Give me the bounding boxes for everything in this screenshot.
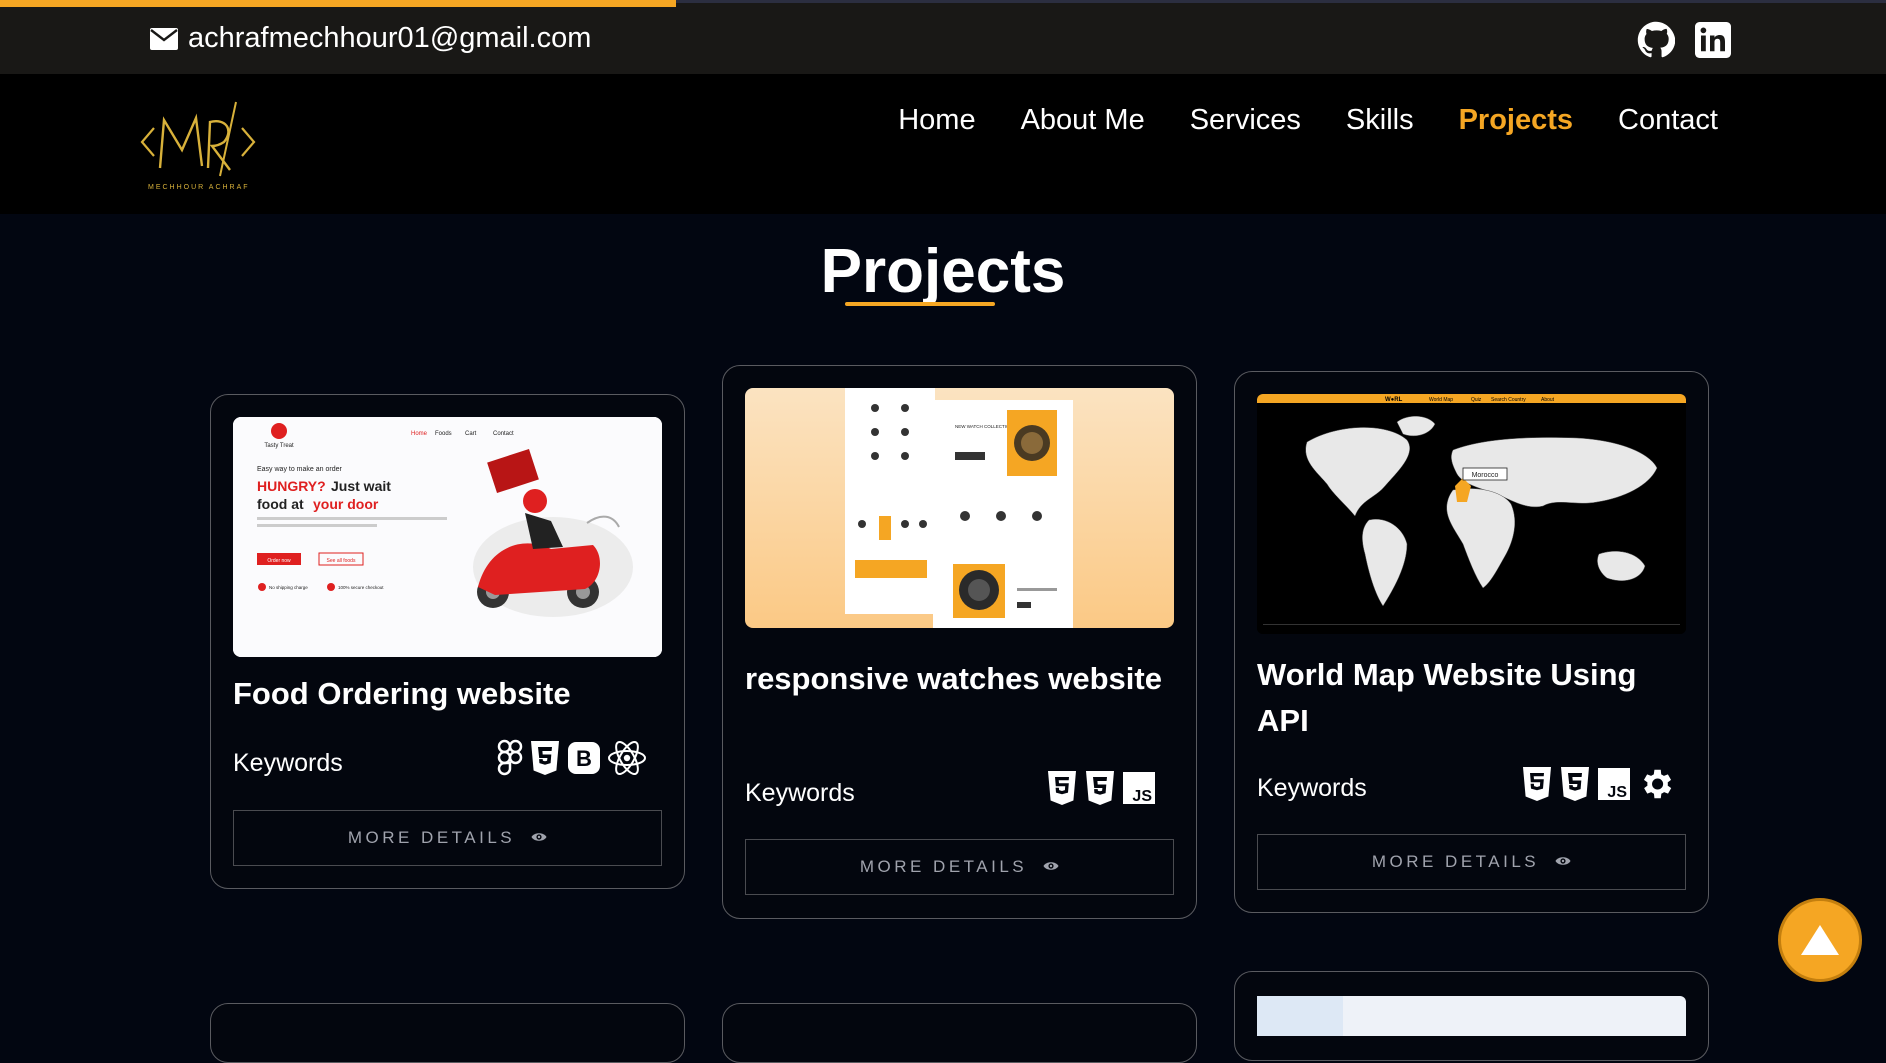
linkedin-icon[interactable] [1693, 20, 1733, 60]
nav-contact[interactable]: Contact [1618, 104, 1718, 137]
svg-text:Just wait: Just wait [331, 478, 391, 494]
eye-icon [531, 828, 547, 848]
more-details-button[interactable]: MORE DETAILS [233, 810, 662, 866]
svg-text:No shipping charge: No shipping charge [269, 585, 308, 590]
main-nav: Home About Me Services Skills Projects C… [898, 104, 1718, 137]
project-card: NEW WATCH COLLECTIONS 8/24 responsive wa… [722, 365, 1197, 919]
svg-text:Cart: Cart [465, 431, 477, 437]
tech-icons: JS [1521, 765, 1675, 803]
svg-text:food at: food at [257, 496, 304, 512]
section-title: Projects [820, 237, 1066, 306]
svg-text:JS: JS [1607, 784, 1627, 801]
project-card: W●RL World Map Quiz Search Country About… [1234, 371, 1709, 913]
svg-text:World Map: World Map [1429, 397, 1453, 403]
svg-text:HUNGRY?: HUNGRY? [257, 478, 326, 494]
scroll-progress-bar [0, 0, 676, 7]
worldmap-preview-label: Morocco [1472, 472, 1499, 479]
css3-icon [529, 740, 561, 776]
project-preview-worldmap[interactable]: W●RL World Map Quiz Search Country About… [1257, 394, 1686, 634]
svg-text:About: About [1541, 397, 1555, 403]
svg-text:B: B [576, 746, 592, 771]
tech-icons: B [497, 739, 647, 777]
project-title: responsive watches website [745, 661, 1162, 696]
title-underline [845, 302, 995, 306]
javascript-icon: JS [1122, 771, 1156, 805]
project-preview-partial[interactable] [1257, 996, 1686, 1036]
site-logo[interactable]: MECHHOUR ACHRAF [138, 98, 262, 198]
email-link[interactable]: achrafmechhour01@gmail.com [150, 22, 591, 55]
css3-icon [1084, 770, 1116, 806]
css3-icon [1559, 766, 1591, 802]
topbar: achrafmechhour01@gmail.com [0, 0, 1886, 74]
svg-text:your door: your door [313, 496, 379, 512]
eye-icon [1555, 852, 1571, 872]
api-gear-icon [1637, 765, 1675, 803]
header [0, 74, 1886, 214]
svg-text:Home: Home [411, 431, 428, 437]
svg-text:Order now: Order now [267, 558, 291, 564]
keywords-label: Keywords [1257, 774, 1367, 802]
more-details-button[interactable]: MORE DETAILS [745, 839, 1174, 895]
svg-text:Quiz: Quiz [1471, 397, 1482, 403]
svg-text:JS: JS [1132, 788, 1152, 805]
svg-text:Easy way to make an order: Easy way to make an order [257, 466, 342, 473]
more-details-label: MORE DETAILS [859, 857, 1028, 876]
nav-about-me[interactable]: About Me [1021, 104, 1145, 137]
logo-caption: MECHHOUR ACHRAF [148, 184, 250, 191]
svg-text:Foods: Foods [435, 431, 452, 437]
keywords-label: Keywords [745, 779, 855, 807]
react-icon [607, 740, 647, 776]
svg-text:100% secure checkout: 100% secure checkout [338, 585, 384, 590]
html5-icon [1521, 766, 1553, 802]
nav-home[interactable]: Home [898, 104, 975, 137]
scroll-to-top-button[interactable] [1778, 898, 1862, 982]
figma-icon [497, 739, 523, 777]
project-card [210, 1003, 685, 1063]
project-title: World Map Website Using API [1257, 657, 1637, 738]
svg-text:Search Country: Search Country [1491, 397, 1526, 403]
project-card: Tasty Treat Home Foods Cart Contact Easy… [210, 394, 685, 889]
html5-icon [1046, 770, 1078, 806]
javascript-icon: JS [1597, 767, 1631, 801]
keywords-label: Keywords [233, 749, 343, 777]
project-card [722, 1003, 1197, 1063]
svg-text:Contact: Contact [493, 431, 514, 437]
more-details-button[interactable]: MORE DETAILS [1257, 834, 1686, 890]
eye-icon [1043, 857, 1059, 877]
tech-icons: JS [1046, 770, 1156, 806]
project-title: Food Ordering website [233, 676, 571, 711]
bootstrap-icon: B [567, 741, 601, 775]
nav-projects[interactable]: Projects [1459, 104, 1573, 137]
project-preview-food[interactable]: Tasty Treat Home Foods Cart Contact Easy… [233, 417, 662, 657]
nav-services[interactable]: Services [1190, 104, 1301, 137]
github-icon[interactable] [1636, 20, 1676, 60]
worldmap-preview-brand: W●RL [1385, 397, 1403, 403]
envelope-icon [150, 27, 178, 50]
project-card [1234, 971, 1709, 1061]
nav-skills[interactable]: Skills [1346, 104, 1414, 137]
svg-text:See all foods: See all foods [327, 558, 356, 564]
more-details-label: MORE DETAILS [1371, 852, 1540, 871]
triangle-up-icon [1801, 925, 1839, 955]
email-text: achrafmechhour01@gmail.com [188, 22, 592, 54]
more-details-label: MORE DETAILS [347, 828, 516, 847]
project-preview-watches[interactable]: NEW WATCH COLLECTIONS 8/24 [745, 388, 1174, 628]
food-preview-brand: Tasty Treat [264, 443, 294, 449]
